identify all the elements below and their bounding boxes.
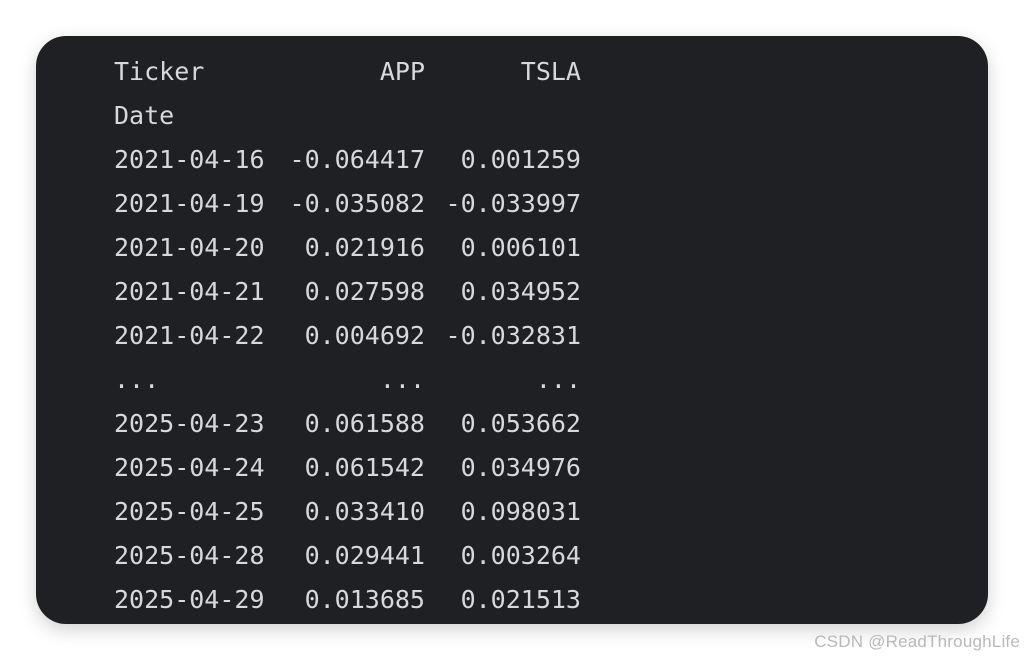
app-cell: 0.029441: [304, 541, 425, 570]
tsla-cell: 0.021513: [460, 585, 581, 614]
tsla-cell: 0.006101: [460, 233, 581, 262]
date-cell: 2021-04-16: [114, 145, 265, 174]
tsla-cell: 0.034952: [460, 277, 581, 306]
table-row: 2025-04-24 0.061542 0.034976: [114, 446, 581, 490]
app-cell: 0.061588: [304, 409, 425, 438]
tsla-cell: 0.003264: [460, 541, 581, 570]
app-cell: -0.064417: [289, 145, 425, 174]
tsla-cell: -0.032831: [445, 321, 581, 350]
app-cell: 0.004692: [304, 321, 425, 350]
table-row: 2021-04-21 0.027598 0.034952: [114, 270, 581, 314]
date-cell: 2021-04-19: [114, 189, 265, 218]
column-header-app: APP: [379, 57, 425, 86]
column-header-tsla: TSLA: [520, 57, 581, 86]
tsla-cell: -0.033997: [445, 189, 581, 218]
table-row: 2021-04-19 -0.035082 -0.033997: [114, 182, 581, 226]
index-name: Date: [114, 101, 175, 130]
date-cell: 2021-04-22: [114, 321, 265, 350]
table-row: 2025-04-28 0.029441 0.003264: [114, 534, 581, 578]
watermark: CSDN @ReadThroughLife: [814, 632, 1020, 651]
app-cell: 0.027598: [304, 277, 425, 306]
index-name-row: Date: [114, 94, 581, 138]
app-cell: ...: [379, 365, 425, 394]
tsla-cell: 0.001259: [460, 145, 581, 174]
dataframe-output: Ticker APP TSLA Date 2021-04-16 -0.06441…: [114, 50, 581, 622]
date-cell: 2025-04-28: [114, 541, 265, 570]
table-row: 2025-04-25 0.033410 0.098031: [114, 490, 581, 534]
table-row: 2025-04-29 0.013685 0.021513: [114, 578, 581, 622]
header-row: Ticker APP TSLA: [114, 50, 581, 94]
date-cell: 2025-04-29: [114, 585, 265, 614]
tsla-cell: 0.098031: [460, 497, 581, 526]
app-cell: -0.035082: [289, 189, 425, 218]
page: Ticker APP TSLA Date 2021-04-16 -0.06441…: [0, 0, 1024, 660]
tsla-cell: ...: [535, 365, 581, 394]
app-cell: 0.013685: [304, 585, 425, 614]
table-row: 2021-04-16 -0.064417 0.001259: [114, 138, 581, 182]
app-cell: 0.033410: [304, 497, 425, 526]
tsla-cell: 0.053662: [460, 409, 581, 438]
app-cell: 0.021916: [304, 233, 425, 262]
output-panel: Ticker APP TSLA Date 2021-04-16 -0.06441…: [36, 36, 988, 624]
ellipsis-row: ... ... ...: [114, 358, 581, 402]
date-cell: 2021-04-21: [114, 277, 265, 306]
tsla-cell: 0.034976: [460, 453, 581, 482]
date-cell: 2021-04-20: [114, 233, 265, 262]
table-row: 2021-04-20 0.021916 0.006101: [114, 226, 581, 270]
date-cell: 2025-04-23: [114, 409, 265, 438]
table-row: 2021-04-22 0.004692 -0.032831: [114, 314, 581, 358]
date-cell: 2025-04-25: [114, 497, 265, 526]
table-row: 2025-04-23 0.061588 0.053662: [114, 402, 581, 446]
app-cell: 0.061542: [304, 453, 425, 482]
date-cell: ...: [114, 365, 160, 394]
index-header: Ticker: [114, 57, 205, 86]
date-cell: 2025-04-24: [114, 453, 265, 482]
